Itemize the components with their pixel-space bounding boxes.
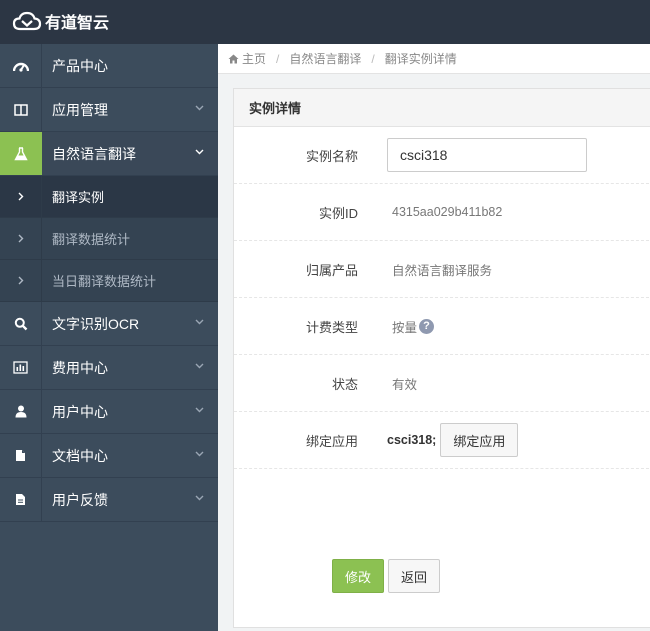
breadcrumb-home[interactable]: 主页 [228,50,266,67]
sidebar-item-label: 应用管理 [52,101,108,118]
bar-chart-icon [0,346,42,389]
bound-app-value: csci318; [387,433,437,447]
logo[interactable]: 有道智云 [12,9,109,33]
sidebar-item-user-center[interactable]: 用户中心 [0,390,218,434]
sidebar: 产品中心 应用管理 自然语言翻译 翻译实例 翻译数据统计 当日翻译数据统计 文字… [0,44,218,631]
breadcrumb-current: 翻译实例详情 [384,52,457,66]
breadcrumb-home-label: 主页 [242,52,267,66]
file-icon [0,434,42,477]
instance-name-label: 实例名称 [305,148,358,164]
status-value: 有效 [392,377,418,392]
sidebar-item-label: 文字识别OCR [52,315,140,332]
chevron-down-icon [195,407,204,413]
billing-type-value: 按量 [392,320,418,335]
field-row-bound-app: 绑定应用 csci318; 绑定应用 [234,412,650,469]
sidebar-subitem-label: 翻译数据统计 [52,232,131,247]
search-icon [0,302,42,345]
sidebar-item-docs[interactable]: 文档中心 [0,434,218,478]
instance-detail-panel: 实例详情 实例名称 实例ID 4315aa029b411b82 归属产品 自然语… [233,88,650,628]
chevron-down-icon [195,319,204,325]
main-content: 主页 / 自然语言翻译 / 翻译实例详情 实例详情 实例名称 实例ID 4315… [218,44,650,631]
product-label: 归属产品 [305,262,358,278]
breadcrumb-nlp-translation[interactable]: 自然语言翻译 [289,50,361,67]
field-row-instance-id: 实例ID 4315aa029b411b82 [234,184,650,241]
breadcrumb-separator: / [276,51,280,66]
billing-type-label: 计费类型 [305,319,358,335]
field-row-status: 状态 有效 [234,355,650,412]
sidebar-subitem-translation-instances[interactable]: 翻译实例 [0,176,218,218]
product-value: 自然语言翻译服务 [392,263,493,278]
sidebar-subitem-translation-stats[interactable]: 翻译数据统计 [0,218,218,260]
home-icon [228,54,239,63]
flask-icon [0,132,42,175]
cloud-logo-icon [12,11,42,31]
sidebar-item-nlp-translation[interactable]: 自然语言翻译 [0,132,218,176]
sidebar-item-label: 文档中心 [52,447,108,464]
instance-id-value: 4315aa029b411b82 [392,205,503,219]
field-row-product: 归属产品 自然语言翻译服务 [234,241,650,298]
user-icon [0,390,42,433]
instance-id-label: 实例ID [318,205,358,221]
sidebar-item-app-management[interactable]: 应用管理 [0,88,218,132]
sidebar-item-products[interactable]: 产品中心 [0,44,218,88]
bound-app-label: 绑定应用 [305,433,358,449]
instance-name-input[interactable] [387,138,587,172]
sidebar-item-billing[interactable]: 费用中心 [0,346,218,390]
chevron-down-icon [195,495,204,501]
breadcrumb: 主页 / 自然语言翻译 / 翻译实例详情 [218,44,650,74]
status-label: 状态 [331,376,358,392]
chevron-down-icon [195,105,204,111]
field-row-instance-name: 实例名称 [234,127,650,184]
field-row-billing-type: 计费类型 按量 ? [234,298,650,355]
sidebar-item-label: 用户反馈 [52,491,108,508]
form-actions: 修改 返回 [332,559,441,593]
sidebar-item-ocr[interactable]: 文字识别OCR [0,302,218,346]
sidebar-subitem-label: 当日翻译数据统计 [52,274,157,289]
file-text-icon [0,478,42,521]
help-icon[interactable]: ? [419,318,435,334]
sidebar-item-feedback[interactable]: 用户反馈 [0,478,218,522]
back-button[interactable]: 返回 [388,559,441,593]
sidebar-item-label: 产品中心 [52,57,108,74]
breadcrumb-separator: / [371,51,375,66]
sidebar-item-label: 自然语言翻译 [52,145,136,162]
sidebar-item-label: 用户中心 [52,403,108,420]
chevron-down-icon [195,451,204,457]
panel-title: 实例详情 [234,89,650,127]
chevron-right-icon [0,260,42,301]
logo-text: 有道智云 [45,15,110,32]
dashboard-icon [0,44,42,87]
chevron-down-icon [195,363,204,369]
bind-app-button[interactable]: 绑定应用 [440,423,519,457]
chevron-right-icon [0,176,42,217]
modify-button[interactable]: 修改 [332,559,385,593]
sidebar-subitem-daily-translation-stats[interactable]: 当日翻译数据统计 [0,260,218,302]
sidebar-item-label: 费用中心 [52,359,108,376]
top-bar: 有道智云 [0,0,650,44]
chevron-down-icon [195,149,204,155]
columns-icon [0,88,42,131]
sidebar-subitem-label: 翻译实例 [52,190,105,205]
chevron-right-icon [0,218,42,259]
